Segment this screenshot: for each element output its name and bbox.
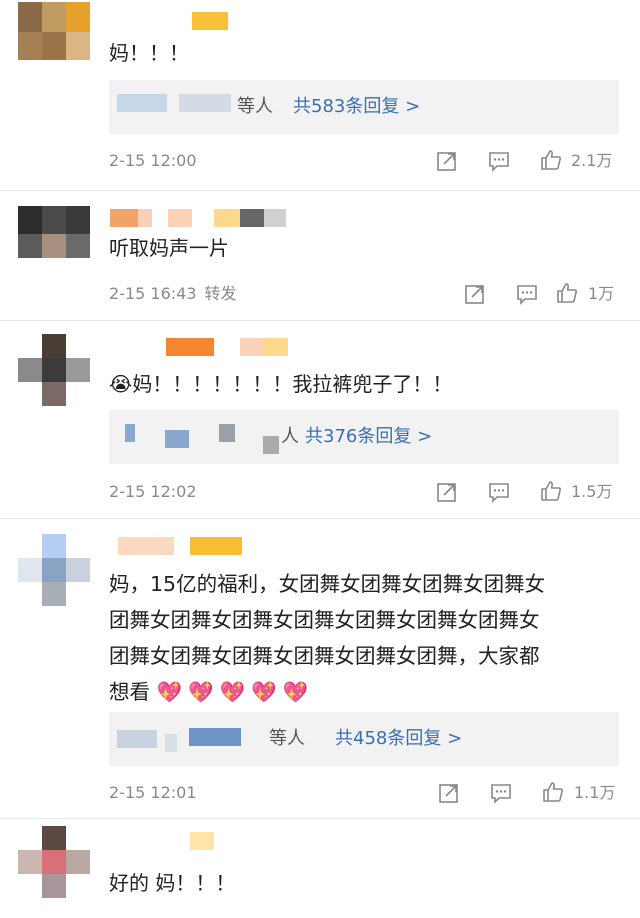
like-count: 1万 xyxy=(588,284,615,303)
comment-text: 😭妈！！！！！！！我拉裤兜子了！！ xyxy=(109,372,453,396)
avatar[interactable] xyxy=(18,826,90,898)
comment-text: 妈！！！ xyxy=(109,41,189,65)
share-icon[interactable] xyxy=(436,481,458,503)
comment-text: 听取妈声一片 xyxy=(109,236,229,260)
reply-summary[interactable]: 等人 共458条回复 > xyxy=(109,712,619,766)
divider xyxy=(0,320,640,321)
like-count: 1.1万 xyxy=(574,783,616,802)
like-icon[interactable] xyxy=(540,149,562,171)
like-icon[interactable] xyxy=(540,480,562,502)
comment-text: 好的 妈！！！ xyxy=(109,871,236,895)
avatar[interactable] xyxy=(18,534,90,606)
comment-icon[interactable] xyxy=(490,782,512,804)
avatar[interactable] xyxy=(18,206,90,262)
timestamp: 2-15 12:00 xyxy=(109,151,197,170)
share-icon[interactable] xyxy=(436,150,458,172)
timestamp: 2-15 12:02 xyxy=(109,482,197,501)
comment-icon[interactable] xyxy=(488,150,510,172)
comment-icon[interactable] xyxy=(488,481,510,503)
share-icon[interactable] xyxy=(464,283,486,305)
reply-count-link[interactable]: 共583条回复 > xyxy=(293,80,420,134)
reply-count-link[interactable]: 共458条回复 > xyxy=(335,712,462,766)
reply-count-link[interactable]: 共376条回复 > xyxy=(305,410,432,464)
like-count: 2.1万 xyxy=(571,151,613,170)
divider xyxy=(0,818,640,819)
like-icon[interactable] xyxy=(542,781,564,803)
timestamp: 2-15 16:43 转发 xyxy=(109,284,237,303)
forward-label[interactable]: 转发 xyxy=(205,284,237,303)
comment-icon[interactable] xyxy=(516,283,538,305)
like-count: 1.5万 xyxy=(571,482,613,501)
reply-who: 人 xyxy=(281,426,299,447)
reply-summary[interactable]: 等人 共583条回复 > xyxy=(109,80,619,134)
divider xyxy=(0,518,640,519)
avatar[interactable] xyxy=(18,334,90,406)
heart-emoji-icon: 💖💖💖💖💖 xyxy=(156,680,315,704)
crying-emoji-icon: 😭 xyxy=(109,372,133,396)
like-icon[interactable] xyxy=(556,282,578,304)
timestamp: 2-15 12:01 xyxy=(109,783,197,802)
reply-who: 等人 xyxy=(237,96,273,117)
reply-who: 等人 xyxy=(269,728,305,749)
share-icon[interactable] xyxy=(438,782,460,804)
avatar[interactable] xyxy=(18,2,90,60)
reply-summary[interactable]: 人 共376条回复 > xyxy=(109,410,619,464)
comment-text: 妈，15亿的福利，女团舞女团舞女团舞女团舞女 团舞女团舞女团舞女团舞女团舞女团舞… xyxy=(109,572,546,704)
divider xyxy=(0,190,640,191)
